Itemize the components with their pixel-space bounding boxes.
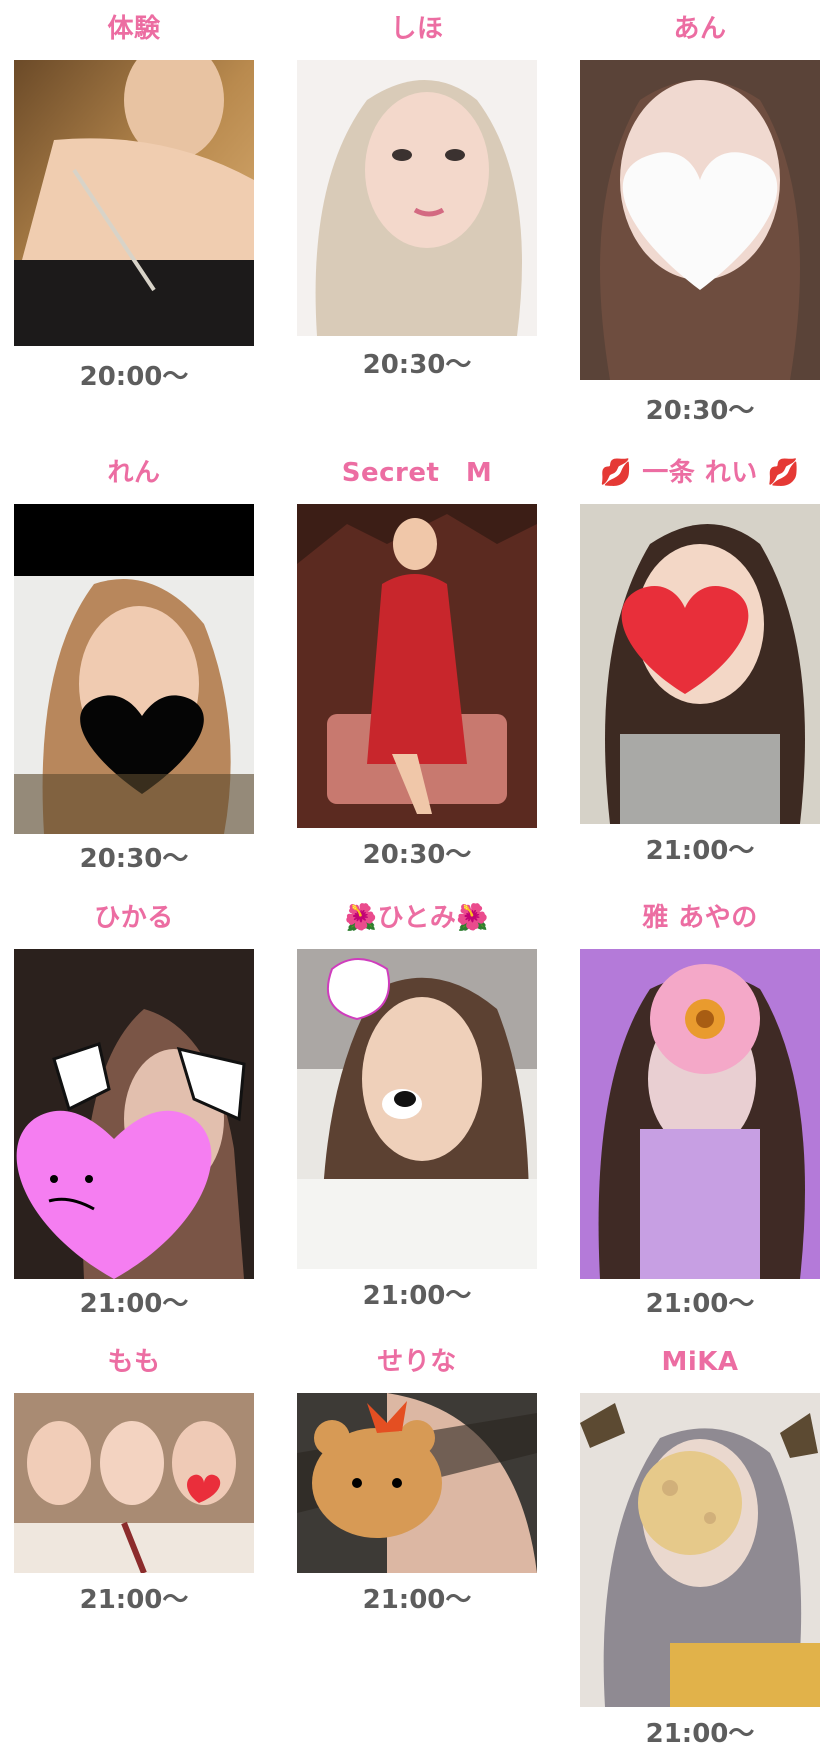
cast-time: 20:00〜 xyxy=(79,362,189,392)
heart-mask-photo-icon[interactable] xyxy=(14,949,254,1279)
cast-time: 21:00〜 xyxy=(79,1585,189,1615)
portrait-photo-icon[interactable] xyxy=(297,60,537,336)
heart-mask-photo-icon[interactable] xyxy=(14,504,254,834)
cast-name[interactable]: 🌺ひとみ🌺 xyxy=(297,897,537,939)
cast-time: 21:00〜 xyxy=(645,836,755,866)
moon-mask-photo-icon[interactable] xyxy=(580,1393,820,1707)
portrait-photo-icon[interactable] xyxy=(297,504,537,828)
heart-mask-photo-icon[interactable] xyxy=(580,60,820,380)
flower-mask-photo-icon[interactable] xyxy=(580,949,820,1279)
cast-time: 20:30〜 xyxy=(362,840,472,870)
cast-time: 21:00〜 xyxy=(645,1719,755,1749)
cast-name[interactable]: 雅 あやの xyxy=(580,897,820,939)
bear-mask-photo-icon[interactable] xyxy=(297,1393,537,1573)
cast-name[interactable]: あん xyxy=(580,8,820,50)
cast-time: 20:30〜 xyxy=(79,844,189,874)
cast-time: 20:30〜 xyxy=(645,396,755,426)
cast-name[interactable]: MiKA xyxy=(580,1341,820,1383)
cast-name[interactable]: Secret M xyxy=(297,452,537,494)
cast-name[interactable]: せりな xyxy=(297,1341,537,1383)
heart-mask-photo-icon[interactable] xyxy=(580,504,820,824)
cast-time: 21:00〜 xyxy=(362,1281,472,1311)
cast-name[interactable]: 体験 xyxy=(14,8,254,50)
cast-time: 21:00〜 xyxy=(645,1289,755,1319)
cast-name[interactable]: ひかる xyxy=(14,897,254,939)
dog-filter-photo-icon[interactable] xyxy=(297,949,537,1269)
cast-name[interactable]: れん xyxy=(14,452,254,494)
cast-time: 21:00〜 xyxy=(79,1289,189,1319)
cast-name[interactable]: 💋 一条 れい 💋 xyxy=(580,452,820,494)
portrait-photo-icon[interactable] xyxy=(14,60,254,346)
group-photo-icon[interactable] xyxy=(14,1393,254,1573)
cast-time: 21:00〜 xyxy=(362,1585,472,1615)
cast-name[interactable]: しほ xyxy=(297,8,537,50)
cast-name[interactable]: もも xyxy=(14,1341,254,1383)
cast-time: 20:30〜 xyxy=(362,350,472,380)
